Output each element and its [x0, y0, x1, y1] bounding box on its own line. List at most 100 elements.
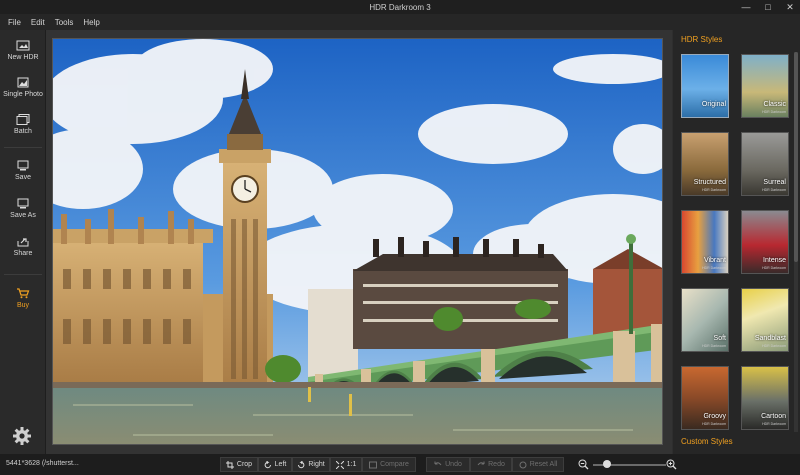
zoom-out-icon[interactable]	[578, 459, 589, 470]
compare-label: Compare	[380, 461, 409, 468]
maximize-button[interactable]: □	[762, 2, 774, 12]
menu-help[interactable]: Help	[83, 18, 99, 27]
buy-button[interactable]: Buy	[0, 288, 46, 309]
save-button[interactable]: Save	[0, 160, 46, 181]
styles-scrollbar[interactable]	[794, 52, 798, 432]
window-controls: — □ ✕	[740, 0, 796, 14]
style-sandblast[interactable]: Sandblast HDR Darkroom	[741, 288, 789, 352]
save-as-button[interactable]: Save As	[0, 198, 46, 219]
undo-icon	[434, 461, 442, 465]
style-surreal[interactable]: Surreal HDR Darkroom	[741, 132, 789, 196]
redo-icon	[477, 461, 485, 465]
save-as-icon	[17, 198, 29, 209]
crop-button[interactable]: Crop	[220, 457, 258, 472]
style-subtitle: HDR Darkroom	[762, 266, 786, 270]
rotate-left-button[interactable]: Left	[258, 457, 292, 472]
window-title: HDR Darkroom 3	[369, 2, 431, 12]
close-button[interactable]: ✕	[784, 2, 796, 13]
toolbar-divider	[4, 147, 42, 148]
style-vibrant[interactable]: Vibrant HDR Darkroom	[681, 210, 729, 274]
custom-styles-header[interactable]: Custom Styles	[681, 437, 733, 446]
save-as-label: Save As	[10, 212, 36, 219]
style-subtitle: HDR Darkroom	[762, 188, 786, 192]
menu-edit[interactable]: Edit	[31, 18, 45, 27]
menu-file[interactable]: File	[8, 18, 21, 27]
zoom-slider-handle[interactable]	[602, 460, 611, 468]
style-label: Vibrant	[703, 257, 726, 264]
style-intense[interactable]: Intense HDR Darkroom	[741, 210, 789, 274]
app-window: HDR Darkroom 3 — □ ✕ File Edit Tools Hel…	[0, 0, 800, 475]
style-label: Structured	[693, 179, 726, 186]
style-label: Cartoon	[761, 413, 786, 420]
style-original[interactable]: Original	[681, 54, 729, 118]
menu-tools[interactable]: Tools	[55, 18, 74, 27]
share-label: Share	[13, 250, 33, 257]
reset-all-button[interactable]: Reset All	[512, 457, 564, 472]
undo-button[interactable]: Undo	[426, 457, 470, 472]
batch-button[interactable]: Batch	[0, 114, 46, 135]
hdr-styles-panel: HDR Styles Original Classic HDR Darkroom…	[673, 30, 800, 454]
style-label: Soft	[713, 335, 726, 342]
style-subtitle: HDR Darkroom	[702, 344, 726, 348]
reset-all-label: Reset All	[529, 461, 558, 468]
share-button[interactable]: Share	[0, 236, 46, 257]
single-photo-icon	[17, 77, 29, 88]
style-label: Groovy	[703, 413, 726, 420]
zoom-in-icon[interactable]	[666, 459, 677, 470]
crop-icon	[225, 460, 234, 469]
rotate-right-label: Right	[308, 461, 325, 468]
rotate-left-icon	[264, 460, 271, 468]
bottom-toolbar: 5441*3628 (/shutterst... Crop Left Right…	[0, 454, 800, 475]
toolbar-divider	[4, 274, 42, 275]
style-subtitle: HDR Darkroom	[702, 188, 726, 192]
new-hdr-label: New HDR	[7, 54, 39, 61]
left-toolbar: New HDR Single Photo Batch Save Save As …	[0, 30, 46, 454]
batch-icon	[16, 114, 30, 125]
style-subtitle: HDR Darkroom	[702, 422, 726, 426]
redo-label: Redo	[488, 461, 505, 468]
single-photo-button[interactable]: Single Photo	[0, 77, 46, 98]
style-label: Intense	[763, 257, 786, 264]
save-icon	[17, 160, 29, 171]
style-label: Classic	[763, 101, 786, 108]
minimize-button[interactable]: —	[740, 2, 752, 12]
style-subtitle: HDR Darkroom	[762, 344, 786, 348]
style-label: Original	[701, 101, 726, 108]
rotate-left-label: Left	[274, 461, 287, 468]
style-label: Surreal	[763, 179, 786, 186]
actual-size-button[interactable]: 1:1	[330, 457, 362, 472]
crop-label: Crop	[236, 461, 253, 468]
compare-icon	[369, 461, 378, 468]
cart-icon	[17, 288, 30, 299]
photo-preview[interactable]	[52, 38, 663, 445]
batch-label: Batch	[14, 128, 32, 135]
style-cartoon[interactable]: Cartoon HDR Darkroom	[741, 366, 789, 430]
settings-gear-icon[interactable]	[12, 426, 32, 446]
actual-size-label: 1:1	[346, 461, 357, 468]
redo-button[interactable]: Redo	[470, 457, 512, 472]
single-photo-label: Single Photo	[3, 91, 43, 98]
style-subtitle: HDR Darkroom	[762, 110, 786, 114]
style-subtitle: HDR Darkroom	[762, 422, 786, 426]
fit-icon	[335, 460, 344, 469]
style-soft[interactable]: Soft HDR Darkroom	[681, 288, 729, 352]
scrollbar-thumb[interactable]	[794, 52, 798, 262]
compare-button[interactable]: Compare	[362, 457, 416, 472]
title-bar: HDR Darkroom 3 — □ ✕	[0, 0, 800, 14]
share-icon	[17, 238, 29, 247]
image-canvas[interactable]	[46, 30, 672, 454]
style-subtitle: HDR Darkroom	[702, 266, 726, 270]
undo-label: Undo	[445, 461, 462, 468]
styles-grid: Original Classic HDR Darkroom Structured…	[679, 52, 791, 432]
rotate-right-icon	[298, 460, 305, 468]
rotate-right-button[interactable]: Right	[292, 457, 330, 472]
style-classic[interactable]: Classic HDR Darkroom	[741, 54, 789, 118]
new-hdr-icon	[16, 40, 30, 51]
westminster-photo	[53, 39, 662, 444]
hdr-styles-title: HDR Styles	[681, 35, 723, 44]
menu-bar: File Edit Tools Help	[0, 14, 800, 30]
new-hdr-button[interactable]: New HDR	[0, 40, 46, 61]
style-groovy[interactable]: Groovy HDR Darkroom	[681, 366, 729, 430]
style-structured[interactable]: Structured HDR Darkroom	[681, 132, 729, 196]
style-label: Sandblast	[754, 335, 786, 342]
